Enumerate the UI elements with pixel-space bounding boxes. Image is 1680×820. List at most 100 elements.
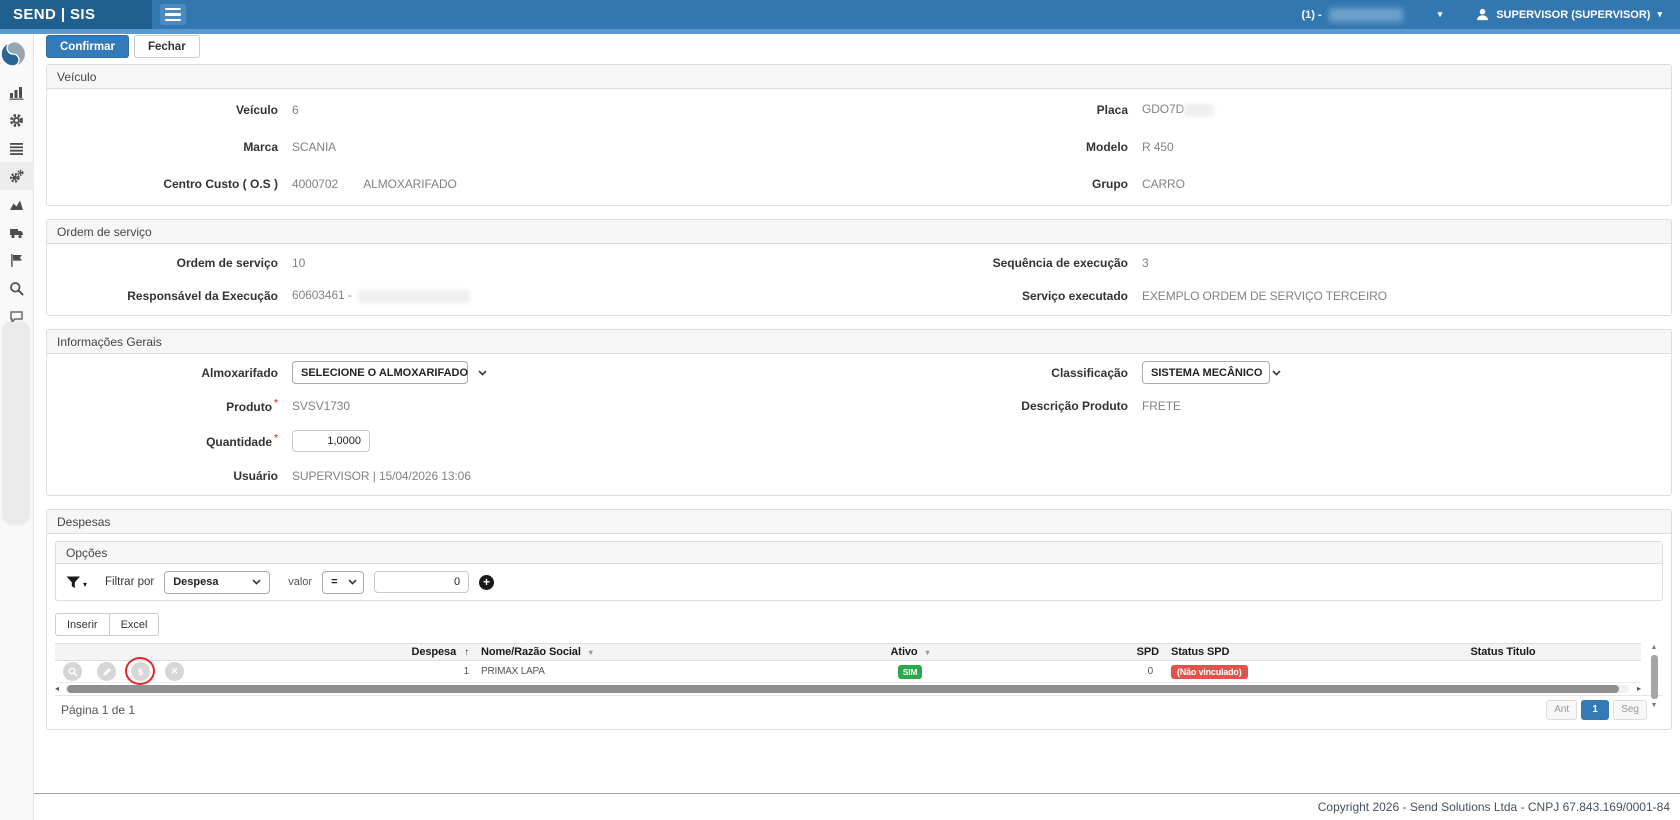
panel-despesas-title: Despesas — [47, 510, 1671, 534]
field-row: Almoxarifado SELECIONE O ALMOXARIFADO Cl… — [47, 356, 1671, 389]
classificacao-label: Classificação — [812, 366, 1142, 380]
menu-toggle-button[interactable] — [160, 4, 186, 25]
responsavel-value-text: 60603461 - — [292, 288, 352, 302]
pagination: Ant 1 Seg — [1546, 700, 1647, 720]
scroll-up-icon[interactable]: ▲ — [1651, 644, 1658, 652]
horizontal-scrollbar: ◂ ▸ — [55, 683, 1641, 695]
company-selector[interactable]: (1) - ▾ — [1302, 8, 1443, 22]
servico-executado-label: Serviço executado — [812, 289, 1142, 303]
ordem-servico-label: Ordem de serviço — [47, 256, 292, 270]
user-name-label: SUPERVISOR (SUPERVISOR) — [1496, 9, 1650, 21]
veiculo-value: 6 — [292, 103, 812, 117]
sidebar-item-processes[interactable] — [0, 162, 34, 190]
hscroll-thumb[interactable] — [67, 685, 1619, 693]
grid-footer: Página 1 de 1 Ant 1 Seg — [55, 695, 1663, 723]
filter-value-input[interactable] — [374, 571, 469, 593]
sidebar-item-list[interactable] — [0, 134, 34, 162]
sort-caret-icon: ▾ — [926, 648, 930, 657]
sidebar-item-dashboard[interactable] — [0, 78, 34, 106]
user-menu[interactable]: SUPERVISOR (SUPERVISOR) ▾ — [1476, 8, 1662, 21]
quantidade-input[interactable] — [292, 430, 370, 452]
centro-custo-descricao: ALMOXARIFADO — [363, 177, 457, 191]
select-caret-icon — [1272, 370, 1281, 376]
produto-label: Produto* — [47, 398, 292, 414]
col-header-despesa[interactable]: Despesa↑ — [355, 646, 475, 658]
scroll-right-icon[interactable]: ▸ — [1637, 684, 1641, 693]
copyright-text: Copyright 2026 - Send Solutions Ltda - C… — [1318, 800, 1670, 814]
sidebar-item-reports[interactable] — [0, 190, 34, 218]
col-header-status-titulo[interactable]: Status Titulo — [1365, 646, 1641, 658]
delete-row-button[interactable]: ✕ — [165, 662, 184, 681]
page-1-button[interactable]: 1 — [1581, 700, 1609, 720]
table-row: $ ✕ 1 PRIMAX LAPA SIM 0 (Não vinculado) — [55, 661, 1641, 683]
operator-select[interactable]: = — [322, 571, 364, 594]
gear-icon — [9, 113, 24, 128]
view-row-button[interactable] — [63, 662, 82, 681]
confirm-button[interactable]: Confirmar — [46, 35, 129, 58]
app-logo-icon[interactable] — [0, 41, 26, 67]
panel-veiculo: Veículo Veículo 6 Placa GDO7D Marca SCAN… — [46, 64, 1672, 206]
panel-opcoes-title: Opções — [56, 542, 1662, 564]
status-badge-nao-vinculado: (Não vinculado) — [1171, 665, 1248, 679]
filter-field-select[interactable]: Despesa — [164, 571, 270, 594]
app-brand[interactable]: SEND | SIS — [0, 0, 152, 29]
sequencia-label: Sequência de execução — [812, 256, 1142, 270]
filter-menu-button[interactable]: ▾ — [66, 576, 87, 589]
action-toolbar: Confirmar Fechar — [46, 35, 1672, 58]
redacted-responsavel — [358, 290, 470, 303]
panel-despesas: Despesas Opções ▾ Filtrar por Despesa — [46, 509, 1672, 730]
sort-caret-icon: ▾ — [589, 648, 593, 657]
sidebar-item-fleet[interactable] — [0, 218, 34, 246]
scroll-left-icon[interactable]: ◂ — [55, 684, 59, 693]
sidebar-item-settings[interactable] — [0, 106, 34, 134]
next-page-button[interactable]: Seg — [1613, 700, 1647, 720]
usuario-label: Usuário — [47, 469, 292, 483]
dollar-row-button[interactable]: $ — [131, 662, 150, 681]
required-asterisk: * — [274, 433, 278, 444]
select-caret-icon — [478, 370, 487, 376]
col-header-status-spd[interactable]: Status SPD — [1165, 646, 1365, 658]
col-header-nome[interactable]: Nome/Razão Social▾ — [475, 646, 805, 658]
cell-nome: PRIMAX LAPA — [475, 666, 805, 677]
placa-value: GDO7D — [1142, 102, 1671, 116]
descricao-produto-label: Descrição Produto — [812, 399, 1142, 413]
responsavel-value: 60603461 - — [292, 288, 812, 302]
cell-status-spd: (Não vinculado) — [1165, 665, 1365, 679]
almoxarifado-label: Almoxarifado — [47, 366, 292, 380]
excel-button[interactable]: Excel — [109, 613, 160, 636]
grid-actions: Inserir Excel — [55, 613, 1663, 636]
chevron-down-icon: ▾ — [1657, 9, 1662, 20]
close-button[interactable]: Fechar — [134, 35, 200, 58]
classificacao-select[interactable]: SISTEMA MECÂNICO — [1142, 361, 1270, 384]
status-badge-sim: SIM — [898, 665, 923, 679]
operator-selected: = — [331, 576, 337, 588]
col-header-ativo[interactable]: Ativo▾ — [805, 646, 1015, 658]
panel-ordem-servico: Ordem de serviço Ordem de serviço 10 Seq… — [46, 219, 1672, 316]
centro-custo-value: 4000702 ALMOXARIFADO — [292, 177, 812, 191]
inserir-button[interactable]: Inserir — [55, 613, 110, 636]
col-header-spd[interactable]: SPD — [1015, 646, 1165, 658]
pencil-icon — [102, 667, 112, 677]
field-row: Usuário SUPERVISOR | 15/04/2026 13:06 — [47, 459, 1671, 492]
ordem-servico-value: 10 — [292, 256, 812, 270]
sort-asc-icon: ↑ — [464, 647, 469, 658]
vscroll-thumb[interactable] — [1651, 655, 1658, 699]
funnel-icon — [66, 576, 81, 589]
left-sidebar — [0, 34, 34, 820]
redacted-company-name — [1329, 8, 1403, 22]
almoxarifado-select[interactable]: SELECIONE O ALMOXARIFADO — [292, 361, 468, 384]
sidebar-item-flags[interactable] — [0, 246, 34, 274]
sidebar-scroll-thumb[interactable] — [3, 322, 29, 524]
edit-row-button[interactable] — [97, 662, 116, 681]
bar-chart-icon — [9, 85, 24, 100]
almoxarifado-selected-option: SELECIONE O ALMOXARIFADO — [301, 367, 468, 379]
add-filter-button[interactable]: + — [479, 575, 494, 590]
quantidade-label: Quantidade* — [47, 433, 292, 449]
sidebar-item-search[interactable] — [0, 274, 34, 302]
prev-page-button[interactable]: Ant — [1546, 700, 1577, 720]
scroll-down-icon[interactable]: ▼ — [1651, 702, 1658, 710]
search-icon — [68, 667, 78, 677]
vertical-scrollbar: ▲ ▼ — [1649, 644, 1659, 718]
list-icon — [9, 141, 24, 156]
placa-label: Placa — [812, 103, 1142, 117]
